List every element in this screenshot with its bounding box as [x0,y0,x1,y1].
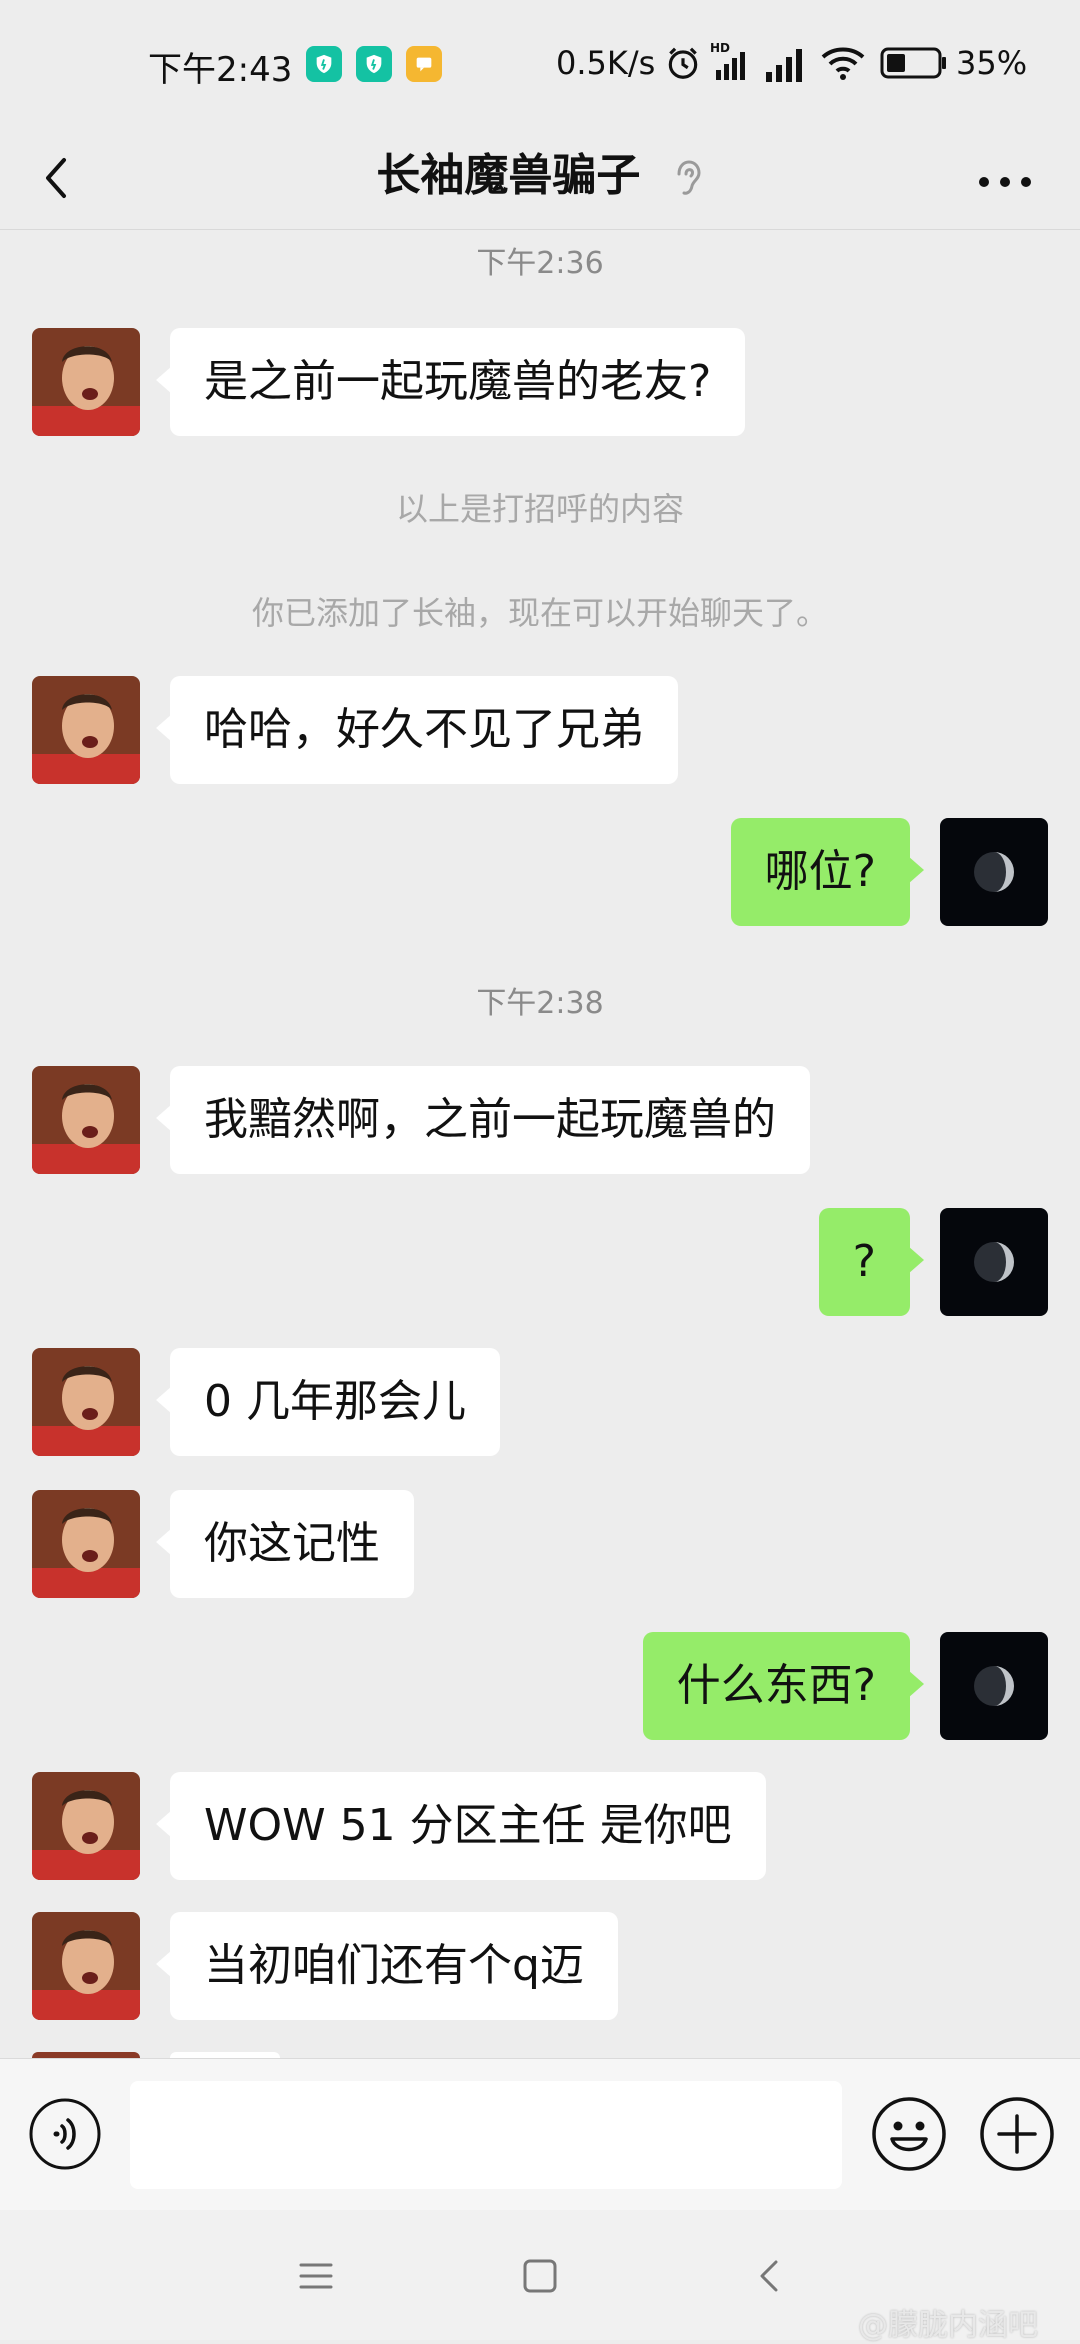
contact-avatar[interactable] [32,1490,140,1598]
my-avatar[interactable] [940,1632,1048,1740]
outgoing-message[interactable]: 什么东西? [642,1632,925,1740]
back-nav-icon[interactable] [754,2258,784,2294]
incoming-message[interactable]: 是之前一起玩魔兽的老友? [155,328,746,436]
shield-app-icon [306,46,342,82]
contact-avatar[interactable] [32,1066,140,1174]
contact-avatar[interactable] [32,1348,140,1456]
title-bar: 长袖魔兽骗子 [0,128,1080,230]
hd-signal-icon: HD [710,41,745,80]
chat-title-text: 长袖魔兽骗子 [376,150,641,201]
incoming-message[interactable]: 当初咱们还有个q迈 [156,1912,618,2020]
timestamp: 下午2:36 [476,246,604,281]
alarm-icon [668,47,698,79]
contact-avatar[interactable] [32,1772,140,1880]
incoming-message[interactable]: 0 几年那会儿 [156,1348,500,1456]
status-time: 下午2:43 [148,50,293,90]
incoming-message[interactable]: WOW 51 分区主任 是你吧 [156,1772,766,1880]
home-icon[interactable] [522,2258,558,2294]
my-avatar[interactable] [940,818,1048,926]
network-speed: 0.5K/s [556,44,656,82]
contact-avatar[interactable] [32,676,140,784]
incoming-message[interactable]: 哈哈，好久不见了兄弟 [156,676,678,784]
input-bar [0,2058,1080,2210]
my-avatar[interactable] [940,1208,1048,1316]
incoming-message[interactable]: 你这记性 [156,1490,414,1598]
message-app-icon [406,46,442,82]
outgoing-message[interactable]: ? [818,1208,925,1316]
ear-icon [677,160,701,195]
menu-icon[interactable] [298,2260,334,2292]
battery-percent: 35% [956,44,1028,82]
chat-title: 长袖魔兽骗子 [0,140,1080,212]
watermark: @朦胧内涵吧 [858,2308,1038,2343]
shield-app-icon [356,46,392,82]
contact-avatar[interactable] [32,328,140,436]
svg-text:HD: HD [710,41,730,55]
timestamp: 下午2:38 [476,986,604,1021]
contact-avatar[interactable] [32,1912,140,2020]
voice-icon[interactable] [28,2097,102,2171]
more-icon[interactable] [970,150,1040,210]
battery-icon [880,47,946,79]
signal-icon [766,49,802,82]
incoming-message[interactable]: 我黯然啊，之前一起玩魔兽的 [156,1066,810,1174]
status-bar: 下午2:43 0.5K/s HD 35% [0,0,1080,128]
wifi-icon [821,47,865,80]
system-message: 你已添加了长袖，现在可以开始聊天了。 [251,594,828,632]
outgoing-message[interactable]: 哪位? [730,818,925,926]
message-input[interactable] [130,2081,842,2189]
system-message: 以上是打招呼的内容 [395,490,684,528]
plus-icon[interactable] [978,2095,1056,2173]
emoji-icon[interactable] [870,2095,948,2173]
